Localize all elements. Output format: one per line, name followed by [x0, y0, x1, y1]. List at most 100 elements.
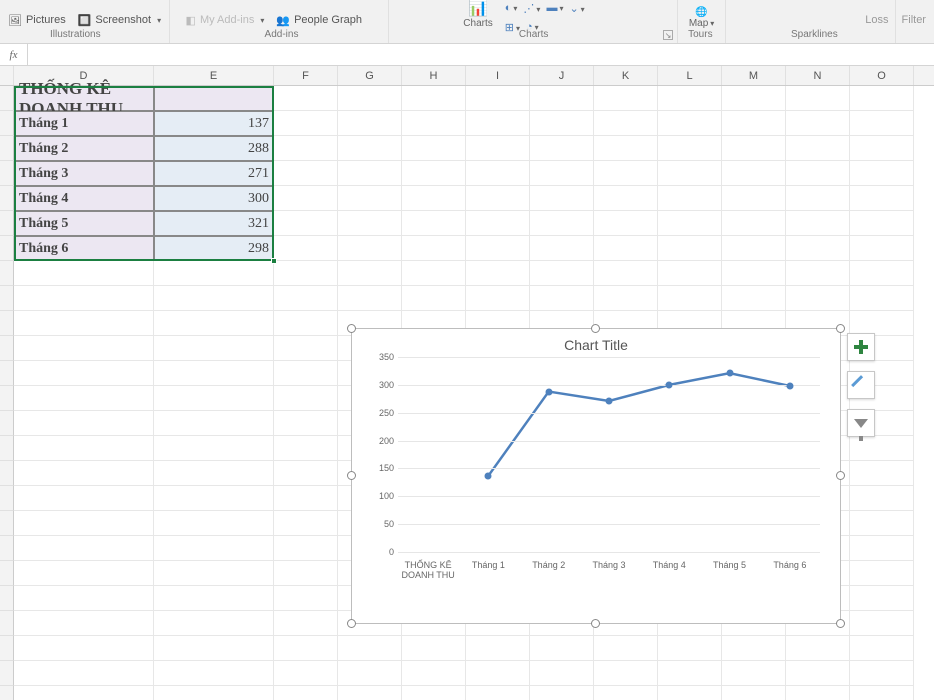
data-marker[interactable]	[726, 370, 733, 377]
fx-icon[interactable]: fx	[0, 44, 28, 65]
resize-handle[interactable]	[347, 619, 356, 628]
row-header[interactable]	[0, 111, 14, 136]
data-marker[interactable]	[666, 381, 673, 388]
chart-type-icon[interactable]: ⋰▾	[523, 2, 540, 15]
y-tick-label: 0	[364, 547, 394, 557]
table-value-cell[interactable]: 300	[154, 186, 274, 211]
row-header[interactable]	[0, 561, 14, 586]
group-label-charts: Charts	[519, 29, 548, 40]
chart-type-icon[interactable]: ▬▾	[546, 2, 563, 15]
chart-x-axis: THỐNG KÊ DOANH THUTháng 1Tháng 2Tháng 3T…	[398, 560, 820, 581]
row-header[interactable]	[0, 161, 14, 186]
row-header[interactable]	[0, 436, 14, 461]
dialog-launcher-icon[interactable]: ↘	[663, 30, 673, 40]
table-label-cell[interactable]: Tháng 5	[14, 211, 154, 236]
resize-handle[interactable]	[591, 324, 600, 333]
row-header[interactable]	[0, 661, 14, 686]
chart-elements-button[interactable]	[847, 333, 875, 361]
row-header[interactable]	[0, 361, 14, 386]
row-header[interactable]	[0, 86, 14, 111]
table-title-cell-right[interactable]	[154, 86, 274, 111]
filter-button[interactable]: Filter	[896, 0, 932, 29]
resize-handle[interactable]	[836, 471, 845, 480]
chart-type-icon[interactable]: ⌄▾	[569, 2, 584, 15]
row-header[interactable]	[0, 211, 14, 236]
chart-type-icon[interactable]: ◐▾	[505, 2, 518, 15]
chart-title[interactable]: Chart Title	[352, 329, 840, 357]
row-header[interactable]	[0, 336, 14, 361]
my-addins-button[interactable]: ◧My Add-ins▾	[180, 0, 271, 29]
people-graph-button[interactable]: 👥People Graph	[270, 0, 368, 29]
selection-fill-handle[interactable]	[271, 258, 277, 264]
funnel-icon	[854, 419, 868, 428]
table-value-cell[interactable]: 321	[154, 211, 274, 236]
row-header[interactable]	[0, 261, 14, 286]
map-button[interactable]: 🌐 Map▾	[683, 0, 720, 29]
row-header[interactable]	[0, 386, 14, 411]
chart-filters-button[interactable]	[847, 409, 875, 437]
recommended-charts-button[interactable]: 📊 Charts	[457, 0, 498, 29]
x-tick-label: Tháng 5	[699, 560, 759, 581]
table-value-cell[interactable]: 288	[154, 136, 274, 161]
table-value-cell[interactable]: 298	[154, 236, 274, 261]
row-header[interactable]	[0, 286, 14, 311]
col-header[interactable]: L	[658, 66, 722, 85]
row-header[interactable]	[0, 311, 14, 336]
row-header[interactable]	[0, 236, 14, 261]
data-marker[interactable]	[485, 472, 492, 479]
y-tick-label: 250	[364, 408, 394, 418]
row-header[interactable]	[0, 461, 14, 486]
col-header[interactable]: N	[786, 66, 850, 85]
chart-side-buttons	[847, 333, 875, 437]
table-label-cell[interactable]: Tháng 3	[14, 161, 154, 186]
table-label-cell[interactable]: Tháng 6	[14, 236, 154, 261]
col-header[interactable]: J	[530, 66, 594, 85]
row-header[interactable]	[0, 686, 14, 700]
col-header[interactable]: K	[594, 66, 658, 85]
row-header[interactable]	[0, 136, 14, 161]
table-value-cell[interactable]: 137	[154, 111, 274, 136]
col-header[interactable]: G	[338, 66, 402, 85]
col-header[interactable]: F	[274, 66, 338, 85]
chart-type-icon[interactable]: ⊞▾	[505, 21, 520, 34]
plot-area[interactable]: 050100150200250300350	[398, 357, 820, 552]
sparkline-loss-button[interactable]: Loss	[859, 0, 894, 29]
resize-handle[interactable]	[347, 471, 356, 480]
chart-styles-button[interactable]	[847, 371, 875, 399]
row-header[interactable]	[0, 611, 14, 636]
col-header[interactable]: O	[850, 66, 914, 85]
worksheet[interactable]: D E F G H I J K L M N O THỐNG KÊ DOANH T…	[0, 66, 934, 700]
col-header[interactable]: M	[722, 66, 786, 85]
screenshot-button[interactable]: 🔲Screenshot▾	[72, 0, 167, 29]
select-all-corner[interactable]	[0, 66, 14, 85]
col-header[interactable]: E	[154, 66, 274, 85]
picture-icon: 🖼	[8, 14, 22, 27]
table-label-cell[interactable]: Tháng 1	[14, 111, 154, 136]
data-marker[interactable]	[786, 382, 793, 389]
formula-input[interactable]	[28, 44, 934, 65]
row-header[interactable]	[0, 186, 14, 211]
embedded-chart[interactable]: Chart Title 050100150200250300350 THỐNG …	[351, 328, 841, 624]
table-title-cell[interactable]: THỐNG KÊ DOANH THU	[14, 86, 154, 111]
row-header[interactable]	[0, 586, 14, 611]
row-header[interactable]	[0, 486, 14, 511]
resize-handle[interactable]	[836, 324, 845, 333]
row-header[interactable]	[0, 536, 14, 561]
group-label-tours: Tours	[688, 29, 712, 40]
col-header[interactable]: H	[402, 66, 466, 85]
row-header[interactable]	[0, 411, 14, 436]
x-tick-label: Tháng 3	[579, 560, 639, 581]
table-label-cell[interactable]: Tháng 2	[14, 136, 154, 161]
resize-handle[interactable]	[347, 324, 356, 333]
col-header[interactable]: I	[466, 66, 530, 85]
resize-handle[interactable]	[836, 619, 845, 628]
table-value-cell[interactable]: 271	[154, 161, 274, 186]
table-label-cell[interactable]: Tháng 4	[14, 186, 154, 211]
row-header[interactable]	[0, 511, 14, 536]
data-marker[interactable]	[606, 398, 613, 405]
brush-icon	[851, 375, 871, 395]
row-header[interactable]	[0, 636, 14, 661]
resize-handle[interactable]	[591, 619, 600, 628]
data-marker[interactable]	[545, 388, 552, 395]
pictures-button[interactable]: 🖼Pictures	[2, 0, 72, 29]
